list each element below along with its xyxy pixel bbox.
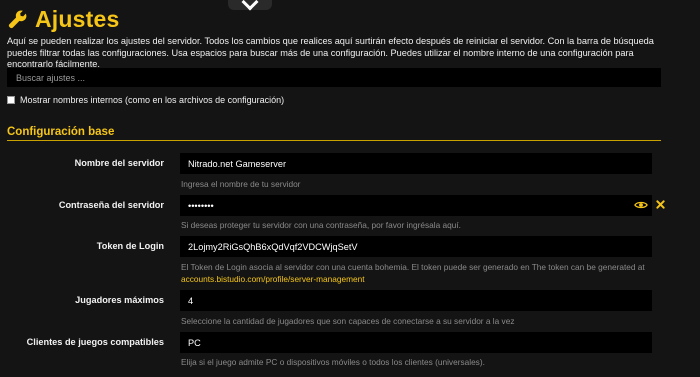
server-password-input[interactable]: •••••••• [180, 195, 652, 216]
server-password-label: Contraseña del servidor [58, 200, 164, 210]
eye-icon[interactable] [634, 200, 648, 210]
show-internal-names-row[interactable]: Mostrar nombres internos (como en los ar… [7, 95, 284, 105]
login-token-input[interactable]: 2Lojmy2RiGsQhB6xQdVqf2VDCWjqSetV [180, 236, 652, 257]
compatible-clients-label: Clientes de juegos compatibles [26, 337, 164, 347]
max-players-label: Jugadores máximos [75, 295, 164, 305]
login-token-label: Token de Login [96, 241, 164, 251]
server-password-help: Si deseas proteger tu servidor con una c… [181, 220, 461, 230]
search-input[interactable] [7, 68, 661, 87]
page-header: Ajustes [7, 5, 119, 33]
login-token-help-text: El Token de Login asocia al servidor con… [181, 262, 645, 272]
server-name-label: Nombre del servidor [74, 158, 164, 168]
section-divider [7, 140, 661, 141]
section-title: Configuración base [7, 126, 115, 138]
server-name-help: Ingresa el nombre de tu servidor [181, 179, 301, 189]
show-internal-names-label: Mostrar nombres internos (como en los ar… [20, 95, 285, 105]
max-players-input[interactable]: 4 [180, 290, 652, 311]
server-name-input[interactable]: Nitrado.net Gameserver [180, 153, 652, 174]
wrench-icon [8, 10, 27, 29]
close-icon[interactable] [656, 200, 665, 209]
page-title: Ajustes [35, 5, 120, 32]
show-internal-names-checkbox[interactable] [7, 96, 15, 104]
compatible-clients-help: Elija si el juego admite PC o dispositiv… [181, 357, 485, 367]
login-token-help: El Token de Login asocia al servidor con… [181, 261, 651, 285]
login-token-help-link[interactable]: accounts.bistudio.com/profile/server-man… [181, 274, 365, 284]
settings-description: Aquí se pueden realizar los ajustes del … [7, 36, 654, 69]
compatible-clients-select[interactable]: PC [180, 332, 652, 353]
max-players-help: Seleccione la cantidad de jugadores que … [181, 316, 515, 326]
